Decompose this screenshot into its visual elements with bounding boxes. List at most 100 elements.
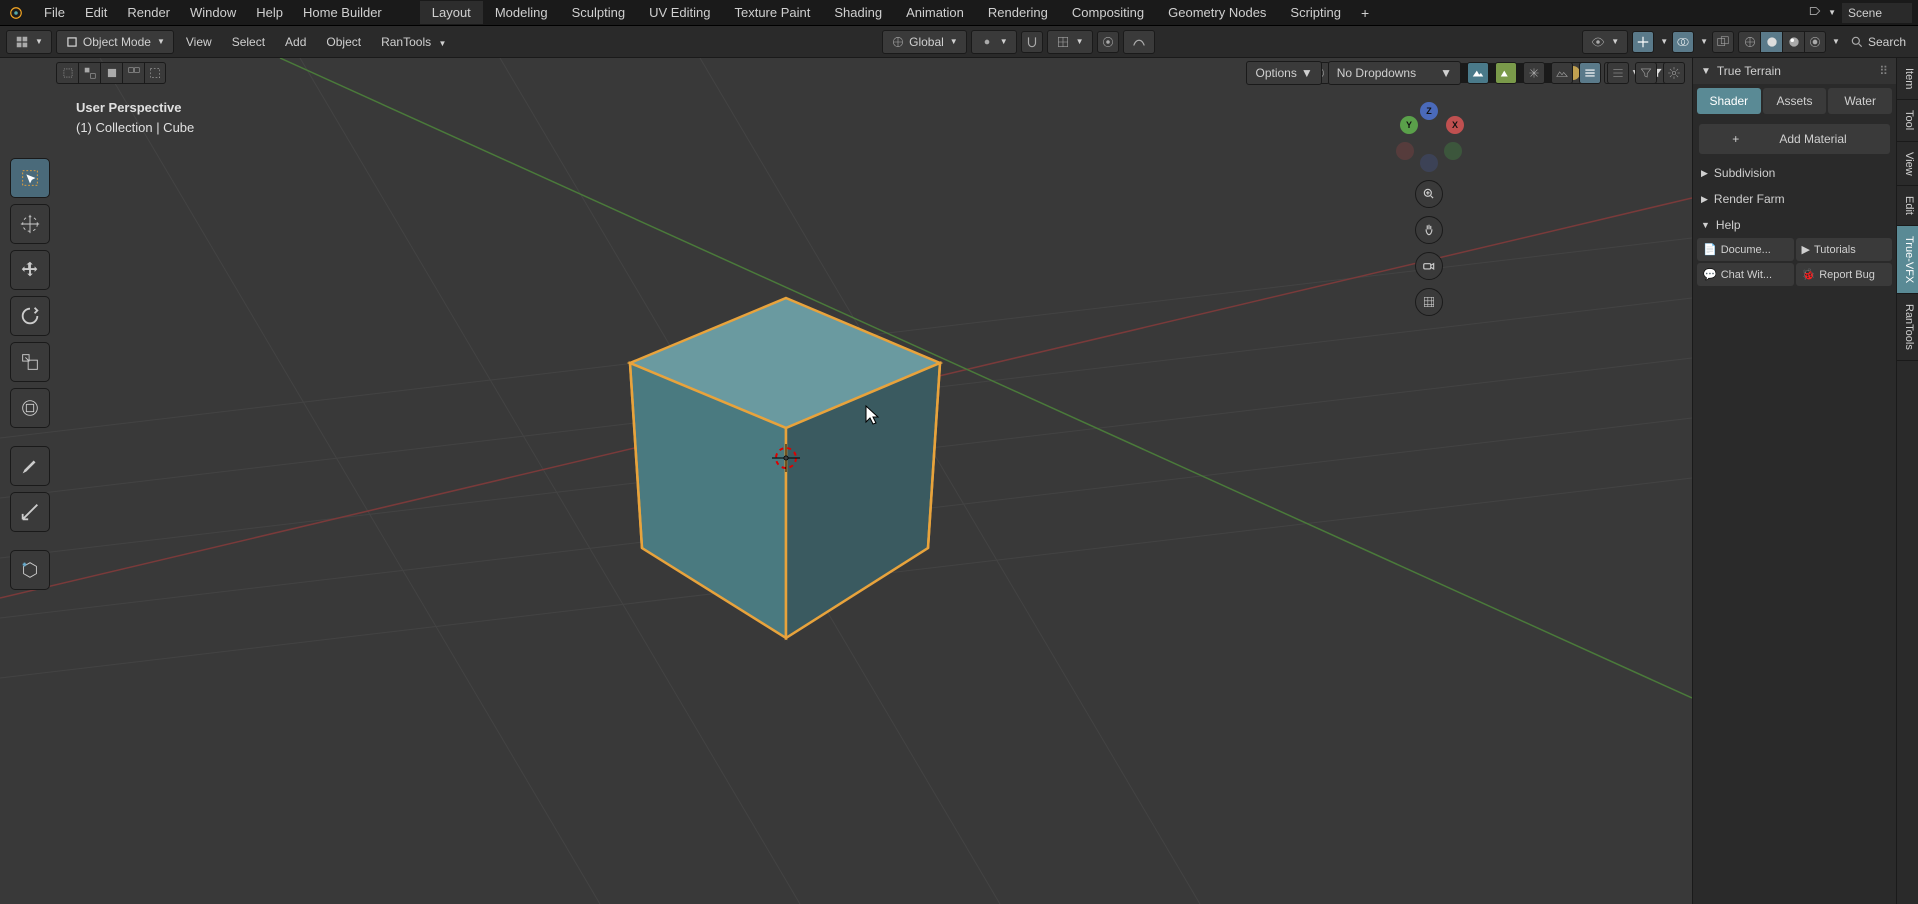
terrain-icon-5[interactable] <box>1579 62 1601 84</box>
tab-geometry-nodes[interactable]: Geometry Nodes <box>1156 1 1278 24</box>
dropdowns-selector[interactable]: No Dropdowns ▼ <box>1328 61 1461 85</box>
vtab-tool[interactable]: Tool <box>1897 100 1918 141</box>
terrain-gear-icon[interactable] <box>1663 62 1685 84</box>
vtab-view[interactable]: View <box>1897 142 1918 187</box>
header-add[interactable]: Add <box>277 31 314 53</box>
terrain-icon-1[interactable] <box>1467 62 1489 84</box>
add-workspace-button[interactable]: + <box>1353 1 1377 25</box>
drag-handle-icon[interactable]: ⠿ <box>1879 64 1888 78</box>
tab-sculpting[interactable]: Sculpting <box>560 1 637 24</box>
help-chat-button[interactable]: 💬 Chat Wit... <box>1697 263 1794 286</box>
pivot-point[interactable]: ▼ <box>971 30 1017 54</box>
terrain-icon-2[interactable] <box>1495 62 1517 84</box>
tab-rendering[interactable]: Rendering <box>976 1 1060 24</box>
section-help[interactable]: ▼ Help <box>1693 212 1896 238</box>
chevron-down-icon[interactable]: ▼ <box>1828 8 1836 17</box>
overlays-dropdown[interactable]: ▼ <box>1700 37 1708 46</box>
shading-material[interactable] <box>1782 31 1804 53</box>
terrain-icon-4[interactable] <box>1551 62 1573 84</box>
axis-y-ball[interactable]: Y <box>1400 116 1418 134</box>
xray-toggle[interactable] <box>1712 31 1734 53</box>
overlays-toggle[interactable] <box>1672 31 1694 53</box>
terrain-icon-6[interactable] <box>1607 62 1629 84</box>
axis-neg-y-ball[interactable] <box>1444 142 1462 160</box>
proportional-edit-toggle[interactable] <box>1097 31 1119 53</box>
section-render-farm[interactable]: ▶ Render Farm <box>1693 186 1896 212</box>
axis-x-ball[interactable]: X <box>1446 116 1464 134</box>
camera-gizmo-icon[interactable] <box>1415 252 1443 280</box>
scene-name-input[interactable] <box>1842 3 1912 23</box>
tab-shader[interactable]: Shader <box>1697 88 1761 114</box>
snap-type[interactable]: ▼ <box>1047 30 1093 54</box>
axis-z-ball[interactable]: Z <box>1420 102 1438 120</box>
select-mode-4[interactable] <box>122 62 144 84</box>
tab-compositing[interactable]: Compositing <box>1060 1 1156 24</box>
axis-neg-x-ball[interactable] <box>1396 142 1414 160</box>
orbit-gizmo[interactable]: Z Y X <box>1394 102 1464 172</box>
tool-measure[interactable] <box>10 492 50 532</box>
viewport-3d[interactable]: ▼ ▼ ▼ Options ▼ No Dropdowns ▼ <box>0 58 1692 904</box>
help-tutorials-button[interactable]: ▶ Tutorials <box>1796 238 1893 261</box>
select-mode-1[interactable] <box>56 62 78 84</box>
tab-texture-paint[interactable]: Texture Paint <box>722 1 822 24</box>
gizmo-dropdown[interactable]: ▼ <box>1660 37 1668 46</box>
panel-header-true-terrain[interactable]: ▼ True Terrain ⠿ <box>1693 58 1896 84</box>
tab-shading[interactable]: Shading <box>822 1 894 24</box>
transform-orientation[interactable]: Global ▼ <box>882 30 967 54</box>
tool-transform[interactable] <box>10 388 50 428</box>
pan-gizmo-icon[interactable] <box>1415 216 1443 244</box>
tool-select-box[interactable] <box>10 158 50 198</box>
shading-wireframe[interactable] <box>1738 31 1760 53</box>
terrain-filter-icon[interactable] <box>1635 62 1657 84</box>
help-documentation-button[interactable]: 📄 Docume... <box>1697 238 1794 261</box>
header-select[interactable]: Select <box>224 31 273 53</box>
gizmo-toggle[interactable] <box>1632 31 1654 53</box>
tool-rotate[interactable] <box>10 296 50 336</box>
search-button[interactable]: Search <box>1844 33 1912 51</box>
menu-render[interactable]: Render <box>117 1 180 24</box>
tool-add-primitive[interactable] <box>10 550 50 590</box>
menu-window[interactable]: Window <box>180 1 246 24</box>
vtab-edit[interactable]: Edit <box>1897 186 1918 226</box>
proportional-falloff[interactable] <box>1123 30 1155 54</box>
terrain-icon-3[interactable] <box>1523 62 1545 84</box>
vtab-rantools[interactable]: RanTools <box>1897 294 1918 361</box>
visibility-dropdown[interactable]: ▼ <box>1582 30 1628 54</box>
editor-type-selector[interactable]: ▼ <box>6 30 52 54</box>
tool-cursor[interactable] <box>10 204 50 244</box>
help-report-bug-button[interactable]: 🐞 Report Bug <box>1796 263 1893 286</box>
scene-browse-icon[interactable] <box>1808 4 1822 21</box>
select-mode-3[interactable] <box>100 62 122 84</box>
header-view[interactable]: View <box>178 31 220 53</box>
select-mode-5[interactable] <box>144 62 166 84</box>
perspective-gizmo-icon[interactable] <box>1415 288 1443 316</box>
shading-rendered[interactable] <box>1804 31 1826 53</box>
shading-dropdown[interactable]: ▼ <box>1832 37 1840 46</box>
tab-modeling[interactable]: Modeling <box>483 1 560 24</box>
tab-animation[interactable]: Animation <box>894 1 976 24</box>
tab-scripting[interactable]: Scripting <box>1278 1 1353 24</box>
add-material-button[interactable]: + Add Material <box>1699 124 1890 154</box>
select-mode-2[interactable] <box>78 62 100 84</box>
menu-edit[interactable]: Edit <box>75 1 117 24</box>
zoom-gizmo-icon[interactable] <box>1415 180 1443 208</box>
header-rantools[interactable]: RanTools ▼ <box>373 31 454 53</box>
mode-selector[interactable]: Object Mode ▼ <box>56 30 174 54</box>
vtab-true-vfx[interactable]: True-VFX <box>1897 226 1918 294</box>
tab-uv-editing[interactable]: UV Editing <box>637 1 722 24</box>
tab-assets[interactable]: Assets <box>1763 88 1827 114</box>
header-object[interactable]: Object <box>318 31 369 53</box>
menu-home-builder[interactable]: Home Builder <box>293 1 392 24</box>
tool-scale[interactable] <box>10 342 50 382</box>
vtab-item[interactable]: Item <box>1897 58 1918 100</box>
tool-annotate[interactable] <box>10 446 50 486</box>
tab-layout[interactable]: Layout <box>420 1 483 24</box>
menu-file[interactable]: File <box>34 1 75 24</box>
options-dropdown[interactable]: Options ▼ <box>1246 61 1321 85</box>
tool-move[interactable] <box>10 250 50 290</box>
axis-neg-z-ball[interactable] <box>1420 154 1438 172</box>
shading-solid[interactable] <box>1760 31 1782 53</box>
menu-help[interactable]: Help <box>246 1 293 24</box>
snap-toggle[interactable] <box>1021 31 1043 53</box>
section-subdivision[interactable]: ▶ Subdivision <box>1693 160 1896 186</box>
